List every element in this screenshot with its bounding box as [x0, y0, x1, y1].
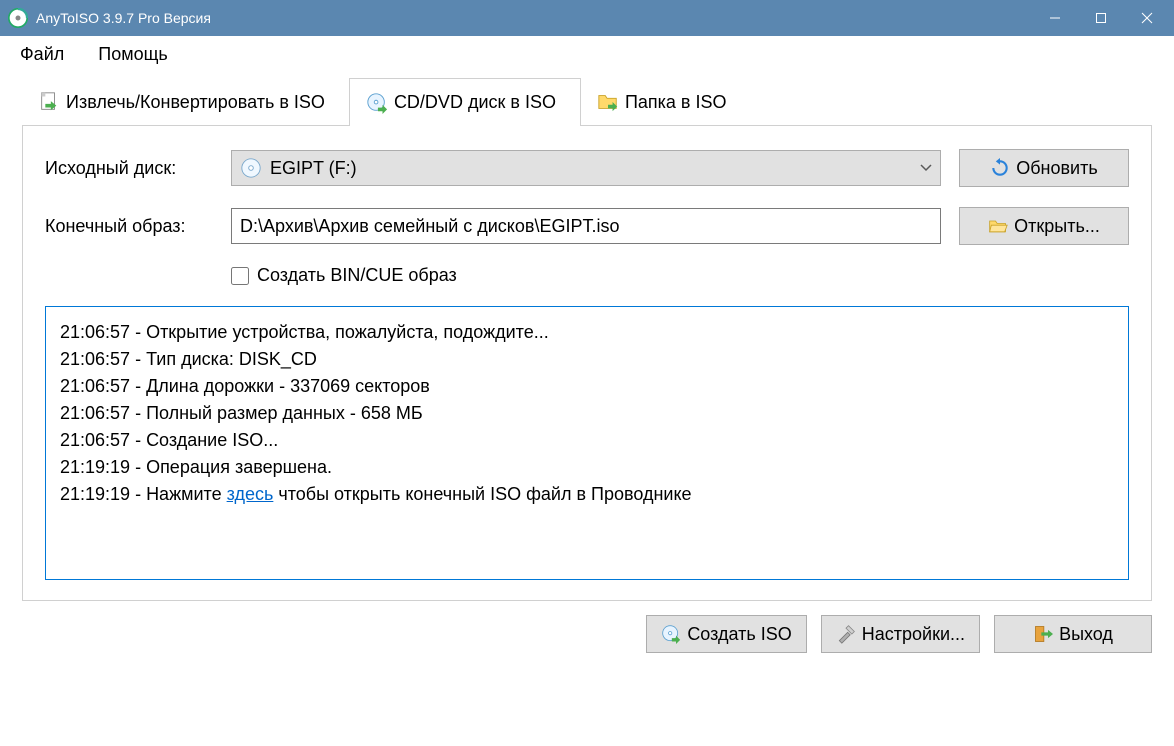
- bincue-checkbox[interactable]: [231, 267, 249, 285]
- menu-help[interactable]: Помощь: [90, 40, 186, 69]
- close-button[interactable]: [1124, 0, 1170, 36]
- tab-extract[interactable]: Извлечь/Конвертировать в ISO: [22, 78, 349, 126]
- window-title: AnyToISO 3.9.7 Pro Версия: [36, 10, 1032, 26]
- footer: Создать ISO Настройки... Выход: [0, 601, 1174, 653]
- log-line: 21:06:57 - Полный размер данных - 658 МБ: [60, 400, 1114, 427]
- tab-underline: [22, 125, 1152, 126]
- maximize-button[interactable]: [1078, 0, 1124, 36]
- file-arrow-icon: [38, 91, 60, 113]
- chevron-down-icon: [920, 164, 932, 172]
- tab-folder-label: Папка в ISO: [625, 92, 727, 113]
- content-area: Извлечь/Конвертировать в ISO CD/DVD диск…: [0, 72, 1174, 601]
- log-line: 21:06:57 - Создание ISO...: [60, 427, 1114, 454]
- refresh-button[interactable]: Обновить: [959, 149, 1129, 187]
- tab-extract-label: Извлечь/Конвертировать в ISO: [66, 92, 325, 113]
- folder-arrow-icon: [597, 91, 619, 113]
- log-line: 21:19:19 - Нажмите здесь чтобы открыть к…: [60, 481, 1114, 508]
- open-in-explorer-link[interactable]: здесь: [227, 484, 274, 504]
- exit-icon: [1033, 624, 1053, 644]
- exit-label: Выход: [1059, 624, 1113, 645]
- tab-panel: Исходный диск: EGIPT (F:) О: [22, 125, 1152, 601]
- log-line: 21:06:57 - Длина дорожки - 337069 сектор…: [60, 373, 1114, 400]
- log-line: 21:06:57 - Тип диска: DISK_CD: [60, 346, 1114, 373]
- menubar: Файл Помощь: [0, 36, 1174, 72]
- settings-button[interactable]: Настройки...: [821, 615, 980, 653]
- settings-label: Настройки...: [862, 624, 965, 645]
- tab-folder[interactable]: Папка в ISO: [581, 78, 751, 126]
- source-drive-value: EGIPT (F:): [270, 158, 912, 179]
- create-iso-label: Создать ISO: [687, 624, 791, 645]
- disc-icon: [240, 157, 262, 179]
- refresh-label: Обновить: [1016, 158, 1098, 179]
- log-output[interactable]: 21:06:57 - Открытие устройства, пожалуйс…: [45, 306, 1129, 580]
- log-text: 21:19:19 - Нажмите: [60, 484, 227, 504]
- tab-bar: Извлечь/Конвертировать в ISO CD/DVD диск…: [22, 78, 1152, 126]
- minimize-button[interactable]: [1032, 0, 1078, 36]
- refresh-icon: [990, 158, 1010, 178]
- folder-open-icon: [988, 216, 1008, 236]
- app-icon: [8, 8, 28, 28]
- bincue-label[interactable]: Создать BIN/CUE образ: [257, 265, 457, 286]
- source-row: Исходный диск: EGIPT (F:) О: [45, 149, 1129, 187]
- destination-row: Конечный образ: Открыть...: [45, 207, 1129, 245]
- open-button[interactable]: Открыть...: [959, 207, 1129, 245]
- source-label: Исходный диск:: [45, 158, 213, 179]
- destination-label: Конечный образ:: [45, 216, 213, 237]
- create-iso-button[interactable]: Создать ISO: [646, 615, 806, 653]
- menu-file[interactable]: Файл: [12, 40, 82, 69]
- log-line: 21:06:57 - Открытие устройства, пожалуйс…: [60, 319, 1114, 346]
- titlebar: AnyToISO 3.9.7 Pro Версия: [0, 0, 1174, 36]
- tools-icon: [836, 624, 856, 644]
- open-label: Открыть...: [1014, 216, 1100, 237]
- tab-cd-dvd[interactable]: CD/DVD диск в ISO: [349, 78, 581, 126]
- tab-cd-dvd-label: CD/DVD диск в ISO: [394, 92, 556, 113]
- source-drive-combo[interactable]: EGIPT (F:): [231, 150, 941, 186]
- destination-input[interactable]: [231, 208, 941, 244]
- window-controls: [1032, 0, 1170, 36]
- disc-arrow-icon: [661, 624, 681, 644]
- log-text: чтобы открыть конечный ISO файл в Провод…: [273, 484, 691, 504]
- bincue-row: Создать BIN/CUE образ: [231, 265, 1129, 286]
- exit-button[interactable]: Выход: [994, 615, 1152, 653]
- disc-arrow-icon: [366, 92, 388, 114]
- log-line: 21:19:19 - Операция завершена.: [60, 454, 1114, 481]
